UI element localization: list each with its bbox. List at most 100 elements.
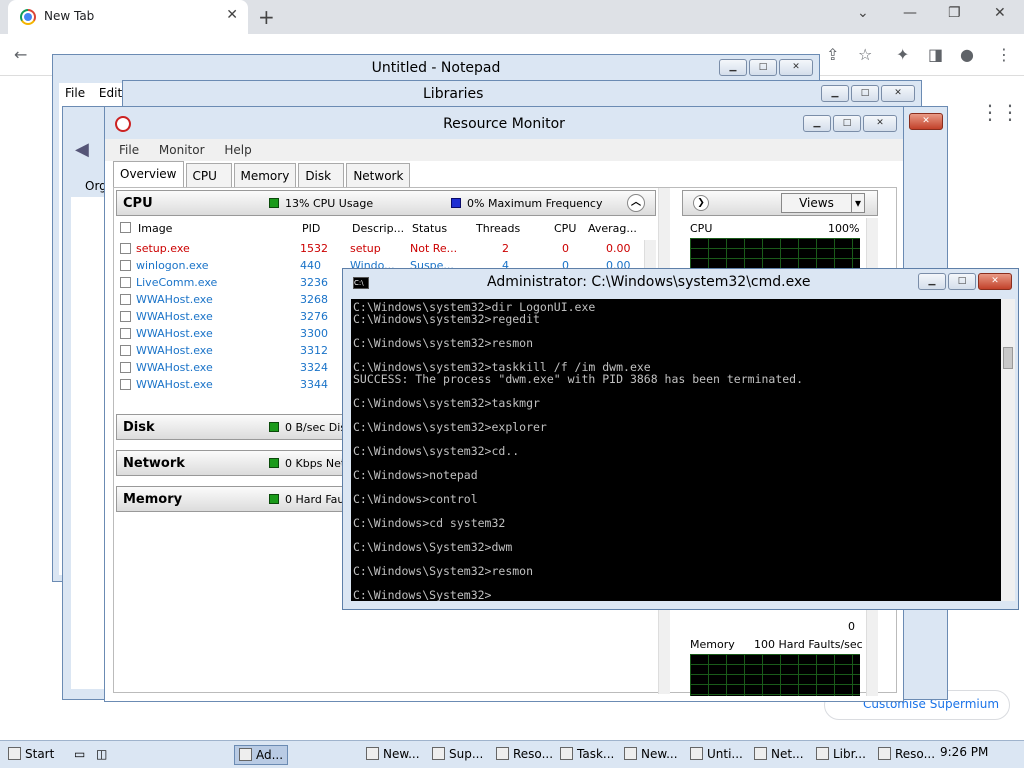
start-label: Start	[25, 747, 55, 761]
taskbar-item-label: Task...	[577, 747, 615, 761]
maximize-button[interactable]: □	[948, 273, 976, 290]
maximize-button[interactable]: □	[749, 59, 777, 76]
restore-icon[interactable]: ❐	[948, 5, 961, 21]
taskbar-item[interactable]: Libr...	[812, 745, 870, 765]
tab-memory[interactable]: Memory	[233, 163, 297, 187]
cell-image: LiveComm.exe	[136, 276, 218, 289]
minimize-button[interactable]: ▁	[719, 59, 747, 76]
col-cpu[interactable]: CPU	[554, 222, 576, 235]
close-button[interactable]: ✕	[779, 59, 813, 76]
cell-threads: 2	[502, 242, 509, 255]
expand-panel-icon[interactable]: ❯	[693, 195, 709, 211]
menu-help[interactable]: Help	[224, 143, 251, 157]
cell-status: Not Re...	[410, 242, 458, 255]
menu-edit[interactable]: Edit	[99, 86, 122, 100]
back-icon[interactable]: ←	[14, 45, 27, 64]
tab-disk[interactable]: Disk	[298, 163, 345, 187]
start-button[interactable]: Start	[4, 745, 58, 765]
taskbar-item[interactable]: Reso...	[874, 745, 939, 765]
cmd-line: C:\Windows\System32>dwm	[353, 540, 513, 554]
close-button[interactable]: ✕	[881, 85, 915, 102]
taskbar: Start ▭ ◫ Ad... New... Sup... Reso... Task..…	[0, 740, 1024, 768]
menu-file[interactable]: File	[65, 86, 85, 100]
select-all-checkbox[interactable]	[120, 222, 131, 233]
extensions-icon[interactable]: ✦	[896, 45, 909, 64]
taskbar-item[interactable]: Unti...	[686, 745, 747, 765]
cmd-console[interactable]: C:\Windows\system32>dir LogonUI.exe C:\Wi…	[351, 299, 1001, 601]
tab-network[interactable]: Network	[346, 163, 411, 187]
menu-kebab-icon[interactable]: ⋮	[996, 45, 1012, 64]
maximize-button[interactable]: □	[833, 115, 861, 132]
col-average[interactable]: Averag...	[588, 222, 637, 235]
cell-image: WWAHost.exe	[136, 344, 213, 357]
taskbar-item[interactable]: Sup...	[428, 745, 487, 765]
back-arrow-icon[interactable]: ◀	[75, 139, 89, 160]
row-checkbox[interactable]	[120, 243, 131, 254]
cell-pid: 3312	[300, 344, 328, 357]
taskbar-item-label: Reso...	[895, 747, 936, 761]
taskbar-item[interactable]: Reso...	[492, 745, 557, 765]
max-frequency-stat: 0% Maximum Frequency	[467, 197, 603, 210]
col-pid[interactable]: PID	[302, 222, 320, 235]
cell-avg: 0.00	[606, 242, 631, 255]
cmd-app-icon: C:\	[353, 277, 369, 289]
tab-cpu[interactable]: CPU	[185, 163, 232, 187]
close-tab-icon[interactable]: ✕	[226, 7, 238, 23]
graph-cpu-label: CPU	[690, 222, 713, 235]
row-checkbox[interactable]	[120, 311, 131, 322]
maximize-button[interactable]: □	[851, 85, 879, 102]
row-checkbox[interactable]	[120, 379, 131, 390]
notepad-caption-buttons: ▁ □ ✕	[719, 59, 813, 76]
minimize-icon[interactable]: —	[903, 5, 917, 21]
tab-search-icon[interactable]: ⌄	[857, 5, 869, 21]
minimize-button[interactable]: ▁	[821, 85, 849, 102]
show-desktop-icon[interactable]: ▭	[70, 745, 89, 765]
menu-file[interactable]: File	[119, 143, 139, 157]
col-threads[interactable]: Threads	[476, 222, 520, 235]
apps-grid-icon[interactable]: ⋮⋮⋮	[980, 100, 1024, 124]
tab-overview[interactable]: Overview	[113, 161, 184, 187]
close-button[interactable]: ✕	[978, 273, 1012, 290]
row-checkbox[interactable]	[120, 294, 131, 305]
close-button[interactable]: ✕	[909, 113, 943, 130]
col-description[interactable]: Descrip...	[352, 222, 404, 235]
bookmark-star-icon[interactable]: ☆	[858, 45, 872, 64]
browser-tab-new-tab[interactable]: New Tab ✕	[8, 0, 248, 34]
taskbar-item[interactable]: Task...	[556, 745, 618, 765]
row-checkbox[interactable]	[120, 345, 131, 356]
taskbar-item[interactable]: New...	[620, 745, 682, 765]
taskbar-item[interactable]: New...	[362, 745, 424, 765]
minimize-button[interactable]: ▁	[918, 273, 946, 290]
views-dropdown[interactable]: Views ▾	[781, 193, 865, 213]
row-checkbox[interactable]	[120, 277, 131, 288]
close-icon[interactable]: ✕	[994, 5, 1006, 21]
system-clock[interactable]: 9:26 PM	[940, 745, 988, 759]
cell-pid: 3344	[300, 378, 328, 391]
row-checkbox[interactable]	[120, 260, 131, 271]
quicklaunch-icon[interactable]: ◫	[92, 745, 111, 765]
collapse-chevron-icon[interactable]: ︿	[627, 194, 645, 212]
taskbar-item-label: Unti...	[707, 747, 743, 761]
row-checkbox[interactable]	[120, 362, 131, 373]
menu-monitor[interactable]: Monitor	[159, 143, 205, 157]
new-tab-button[interactable]: +	[258, 5, 275, 29]
row-checkbox[interactable]	[120, 328, 131, 339]
profile-avatar-icon[interactable]: ●	[960, 45, 974, 64]
taskbar-app-icon	[432, 747, 445, 760]
cpu-section-header[interactable]: CPU 13% CPU Usage 0% Maximum Frequency ︿	[116, 190, 656, 216]
minimize-button[interactable]: ▁	[803, 115, 831, 132]
close-button[interactable]: ✕	[863, 115, 897, 132]
side-panel-icon[interactable]: ◨	[928, 45, 943, 64]
cmd-title: Administrator: C:\Windows\system32\cmd.e…	[487, 274, 811, 290]
cmd-scroll-thumb[interactable]	[1003, 347, 1013, 369]
memory-section-title: Memory	[123, 492, 183, 507]
explorer-nav-pane	[71, 197, 107, 689]
share-icon[interactable]: ⇪	[826, 45, 839, 64]
table-row[interactable]: setup.exe 1532 setup Not Re... 2 0 0.00	[116, 240, 644, 257]
cmd-scrollbar[interactable]	[1001, 299, 1015, 601]
cell-pid: 1532	[300, 242, 328, 255]
col-status[interactable]: Status	[412, 222, 447, 235]
taskbar-item[interactable]: Net...	[750, 745, 808, 765]
taskbar-item[interactable]: Ad...	[234, 745, 289, 765]
col-image[interactable]: Image	[138, 222, 172, 235]
